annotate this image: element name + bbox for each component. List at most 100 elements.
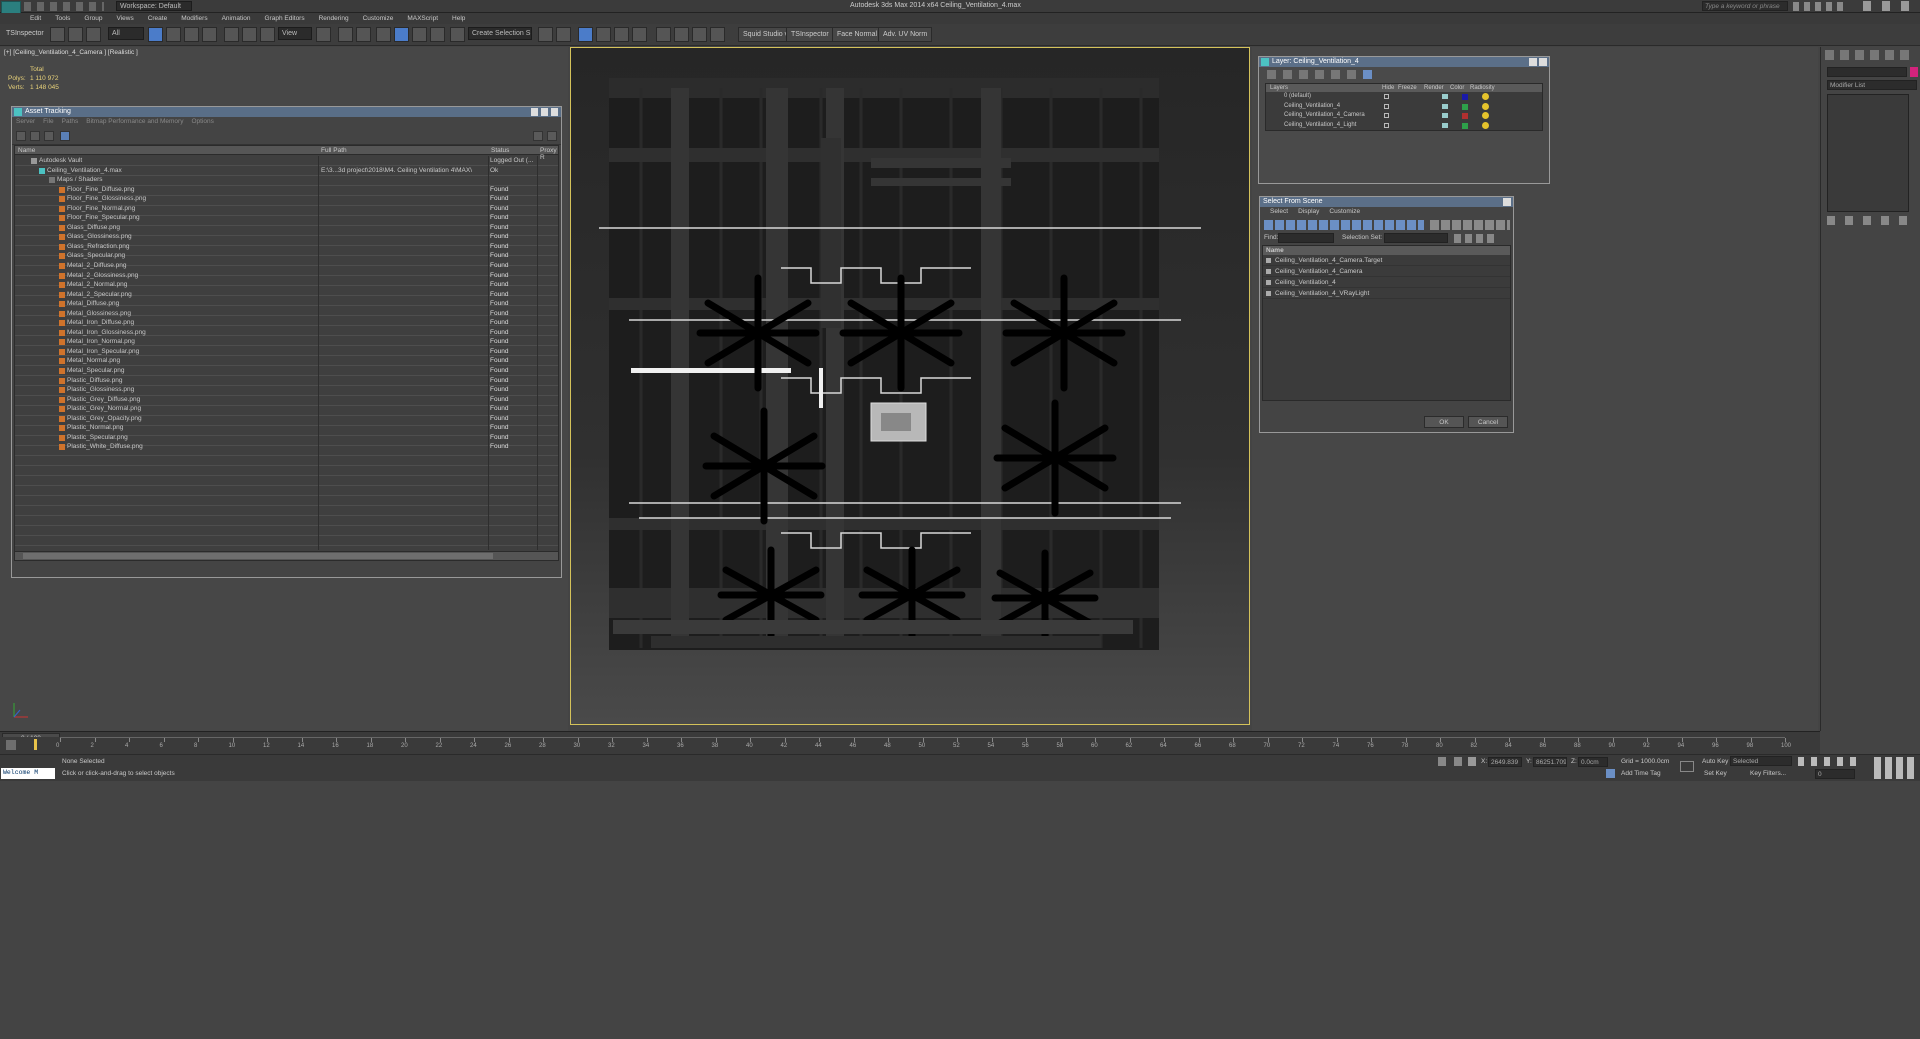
window-controls[interactable] [531, 108, 559, 116]
menu-item[interactable]: Animation [222, 15, 251, 22]
table-row[interactable]: Glass_Refraction.png Found [15, 242, 558, 252]
window-crossing-icon[interactable] [202, 27, 217, 42]
keyboard-shortcut-icon[interactable] [356, 27, 371, 42]
menu-item[interactable]: Modifiers [181, 15, 207, 22]
layer-col[interactable]: Hide [1382, 84, 1394, 92]
layer-color-swatch[interactable] [1462, 94, 1468, 100]
current-layer-checkbox[interactable] [1384, 113, 1389, 118]
highlight-selected-icon[interactable] [1331, 70, 1340, 79]
close-icon[interactable] [1539, 58, 1547, 66]
close-icon[interactable] [1503, 198, 1511, 206]
rotate-icon[interactable] [242, 27, 257, 42]
table-row[interactable]: Metal_2_Specular.png Found [15, 290, 558, 300]
curve-editor-icon[interactable] [614, 27, 629, 42]
selection-set-icons[interactable] [1454, 234, 1498, 243]
menu-item[interactable]: Edit [30, 15, 41, 22]
select-manipulate-icon[interactable] [338, 27, 353, 42]
ok-button[interactable]: OK [1424, 416, 1464, 428]
link-icon[interactable] [50, 27, 65, 42]
search-input[interactable]: Type a keyword or phrase [1702, 1, 1788, 11]
scene-menu-item[interactable]: Customize [1329, 208, 1360, 215]
render-production-icon[interactable] [710, 27, 725, 42]
table-row[interactable]: Plastic_Specular.png Found [15, 433, 558, 443]
layer-col[interactable]: Freeze [1398, 84, 1417, 92]
layer-manager-title-bar[interactable]: Layer: Ceiling_Ventilation_4 [1259, 57, 1549, 67]
key-filters-button[interactable]: Key Filters... [1750, 770, 1786, 777]
scene-menu-item[interactable]: Display [1298, 208, 1319, 215]
unlink-icon[interactable] [68, 27, 83, 42]
layer-row[interactable]: 0 (default) [1266, 92, 1542, 102]
playback-controls[interactable] [1798, 757, 1860, 766]
col-full-path[interactable]: Full Path [321, 147, 347, 154]
layer-color-swatch[interactable] [1462, 103, 1468, 110]
delete-layer-icon[interactable] [1283, 70, 1292, 79]
menu-item[interactable]: Tools [55, 15, 70, 22]
render-setup-icon[interactable] [674, 27, 689, 42]
menu-item[interactable]: MAXScript [407, 15, 438, 22]
display-icons-group[interactable] [1430, 220, 1510, 230]
find-input[interactable] [1278, 233, 1334, 243]
table-row[interactable]: Metal_Normal.png Found [15, 356, 558, 366]
table-row[interactable]: Metal_2_Normal.png Found [15, 280, 558, 290]
layer-col[interactable]: Radiosity [1470, 84, 1495, 92]
maps-group-row[interactable]: Maps / Shaders [15, 175, 558, 185]
radiosity-icon[interactable] [1482, 102, 1489, 110]
table-row[interactable]: Plastic_Diffuse.png Found [15, 376, 558, 386]
list-item[interactable]: Ceiling_Ventilation_4_VRayLight [1263, 288, 1510, 299]
table-row[interactable]: Metal_Iron_Diffuse.png Found [15, 318, 558, 328]
scrollbar-thumb[interactable] [23, 553, 493, 559]
asset-menu-item[interactable]: File [43, 118, 53, 125]
list-item[interactable]: Ceiling_Ventilation_4 [1263, 277, 1510, 288]
viewport-label[interactable]: [+] [Ceiling_Ventilation_4_Camera ] [Rea… [4, 49, 138, 56]
scale-icon[interactable] [260, 27, 275, 42]
menu-item[interactable]: Views [116, 15, 133, 22]
modifier-list-dropdown[interactable]: Modifier List [1827, 80, 1917, 90]
create-layer-icon[interactable] [1267, 70, 1276, 79]
asset-menu-item[interactable]: Server [16, 118, 35, 125]
pivot-center-icon[interactable] [316, 27, 331, 42]
table-row[interactable]: Plastic_White_Diffuse.png Found [15, 442, 558, 452]
command-panel-tabs[interactable] [1825, 50, 1915, 60]
add-to-layer-icon[interactable] [1299, 70, 1308, 79]
object-name-field[interactable] [1827, 67, 1907, 77]
named-selection-dropdown[interactable]: Create Selection S [468, 27, 532, 40]
table-row[interactable]: Metal_2_Glossiness.png Found [15, 271, 558, 281]
squid-studio-button[interactable]: Squid Studio v [738, 27, 794, 42]
select-highlighted-icon[interactable] [1315, 70, 1324, 79]
table-view-icon[interactable] [60, 131, 70, 141]
vault-row[interactable]: Autodesk Vault Logged Out (... [15, 156, 558, 166]
rect-selection-icon[interactable] [184, 27, 199, 42]
object-color-swatch[interactable] [1910, 67, 1918, 77]
workspace-dropdown[interactable]: Workspace: Default [116, 1, 192, 11]
current-layer-checkbox[interactable] [1384, 122, 1389, 128]
current-layer-checkbox[interactable] [1384, 103, 1389, 109]
col-name[interactable]: Name [18, 147, 35, 154]
table-row[interactable]: Plastic_Grey_Normal.png Found [15, 404, 558, 414]
add-time-tag[interactable]: Add Time Tag [1621, 770, 1661, 777]
table-row[interactable]: Floor_Fine_Diffuse.png Found [15, 185, 558, 195]
render-toggle-icon[interactable] [1442, 113, 1448, 118]
select-by-name-icon[interactable] [166, 27, 181, 42]
selection-set-dropdown[interactable] [1384, 233, 1448, 243]
table-row[interactable]: Plastic_Grey_Diffuse.png Found [15, 395, 558, 405]
table-row[interactable]: Plastic_Glossiness.png Found [15, 385, 558, 395]
asset-menu-item[interactable]: Bitmap Performance and Memory [86, 118, 183, 125]
time-cursor[interactable] [34, 739, 37, 750]
horizontal-scrollbar[interactable] [15, 551, 558, 560]
modifier-stack[interactable] [1827, 94, 1909, 212]
absolute-mode-icon[interactable] [1468, 757, 1476, 766]
checkout-icon[interactable] [30, 131, 40, 141]
refresh-icon[interactable] [16, 131, 26, 141]
key-selection-dropdown[interactable]: Selected [1730, 756, 1792, 766]
selection-lock-icon[interactable] [1454, 757, 1462, 766]
table-row[interactable]: Metal_Specular.png Found [15, 366, 558, 376]
infocenter-icons[interactable] [1793, 2, 1843, 11]
graphite-toggle-icon[interactable] [596, 27, 611, 42]
mirror-icon[interactable] [538, 27, 553, 42]
table-row[interactable]: Floor_Fine_Glossiness.png Found [15, 194, 558, 204]
tsinspector-button[interactable]: TSInspector [786, 27, 834, 42]
checkin-icon[interactable] [44, 131, 54, 141]
selection-filter-dropdown[interactable]: All [108, 27, 144, 40]
menu-item[interactable]: Create [148, 15, 168, 22]
maxscript-listener[interactable]: Welcome M [1, 768, 55, 779]
